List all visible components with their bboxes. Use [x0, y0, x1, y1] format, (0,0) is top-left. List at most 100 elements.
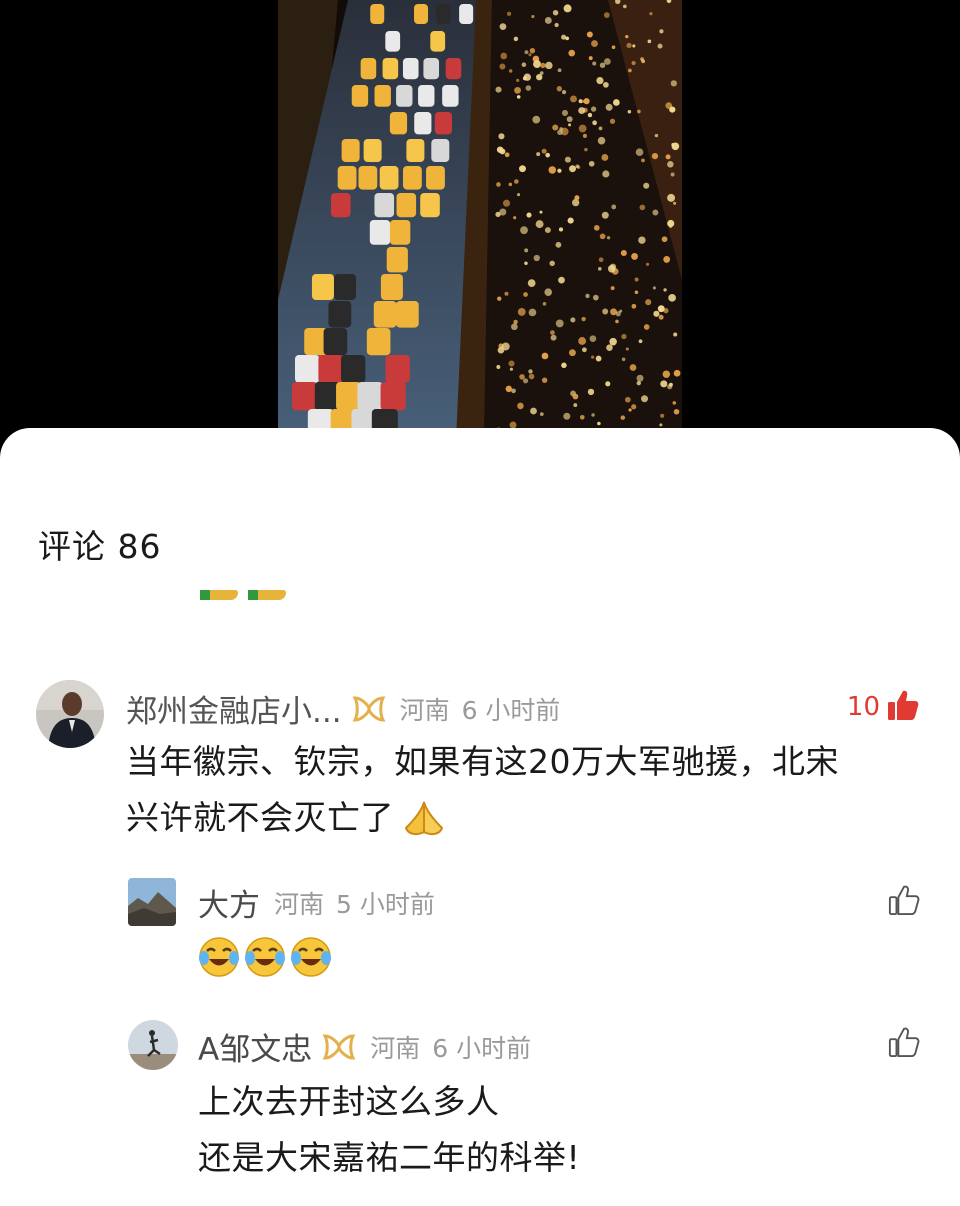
crowd-light: [557, 68, 562, 73]
crowd-light: [550, 330, 555, 335]
crowd-light: [638, 236, 646, 244]
crowd-light: [660, 380, 668, 388]
crowd-light: [606, 344, 613, 351]
crowd-light: [516, 78, 520, 83]
crowd-light: [598, 126, 603, 131]
crowd-light: [596, 76, 604, 85]
car-shape: [318, 355, 343, 383]
crowd-light: [602, 308, 609, 315]
crowd-light: [579, 414, 585, 420]
crowd-light: [561, 90, 567, 95]
crowd-light: [504, 291, 509, 296]
video-frame[interactable]: [278, 0, 682, 440]
reply-avatar[interactable]: [128, 878, 176, 926]
crowd-light: [609, 337, 617, 346]
crowd-light: [517, 308, 526, 316]
crowd-light: [611, 45, 616, 50]
reply-emoji-row: [198, 936, 332, 982]
crowd-light: [525, 85, 532, 91]
crowd-light: [597, 421, 601, 426]
car-shape: [426, 166, 445, 190]
crowd-light: [634, 277, 639, 282]
car-shape: [395, 301, 419, 328]
crowd-light: [588, 56, 593, 61]
crowd-light: [599, 62, 606, 68]
reply-text-line: 上次去开封这么多人: [198, 1082, 500, 1121]
crowd-light: [628, 68, 632, 73]
crowd-light: [544, 17, 552, 24]
comment-text-line-2: 兴许就不会灭亡了: [126, 798, 394, 837]
car-shape: [442, 85, 459, 107]
crowd-light: [540, 62, 546, 69]
crowd-light: [529, 48, 536, 54]
reply-location: 河南: [370, 1033, 421, 1063]
comment-username[interactable]: 郑州金融店小...: [126, 686, 342, 731]
crowd-light: [667, 384, 673, 390]
crowd-light: [606, 236, 611, 240]
crowd-light: [524, 248, 529, 253]
crowd-light: [555, 241, 562, 248]
car-shape: [386, 247, 408, 273]
crowd-light: [575, 164, 580, 169]
car-shape: [402, 58, 419, 80]
crowd-light: [578, 107, 586, 115]
crowd-light: [508, 360, 515, 367]
reply-avatar[interactable]: [128, 1020, 178, 1070]
reply-like-button[interactable]: [888, 884, 920, 920]
crowd-light: [631, 303, 637, 309]
crowd-light: [561, 362, 567, 369]
crowd-light: [572, 198, 580, 207]
reply-username[interactable]: 大方: [198, 880, 260, 925]
car-shape: [436, 4, 451, 24]
crowd-light: [585, 293, 590, 299]
car-shape: [459, 4, 474, 24]
crowd-light: [591, 40, 598, 48]
car-shape: [430, 31, 446, 52]
crowd-light: [573, 403, 578, 408]
crowd-light: [627, 110, 632, 114]
reply-like-button[interactable]: [888, 1026, 920, 1062]
crowd-light: [502, 199, 511, 207]
crowd-light: [533, 60, 541, 69]
crowd-light: [601, 154, 609, 161]
crowd-light: [592, 120, 597, 126]
crowd-light: [631, 404, 637, 410]
car-shape: [341, 139, 360, 162]
crowd-light: [591, 355, 595, 359]
car-shape: [406, 139, 425, 162]
crowd-light: [496, 182, 501, 187]
reply-meta: 大方 河南 5 小时前: [198, 880, 435, 925]
car-shape: [396, 85, 413, 107]
car-shape: [389, 112, 408, 135]
video-player[interactable]: [0, 0, 960, 440]
reply-username[interactable]: A邹文忠: [198, 1024, 312, 1069]
car-shape: [337, 166, 357, 190]
crowd-light: [591, 413, 595, 417]
crowd-light: [599, 233, 606, 240]
car-shape: [396, 193, 417, 218]
crowd-light: [578, 337, 587, 345]
car-shape: [414, 4, 429, 24]
crowd-light: [604, 58, 611, 65]
crowd-light: [641, 158, 645, 163]
crowd-light: [660, 413, 665, 418]
crowd-light: [514, 179, 519, 184]
crowd-light: [564, 156, 571, 163]
car-shape: [418, 85, 435, 107]
user-avatar[interactable]: [36, 680, 104, 748]
crowd-light: [496, 146, 504, 153]
crowd-light: [499, 63, 506, 70]
crowd-light: [673, 201, 677, 205]
crowd-light: [629, 364, 637, 371]
crowd-light: [605, 381, 611, 387]
laugh-cry-icon: [244, 936, 286, 982]
crowd-light: [548, 166, 557, 174]
car-shape: [323, 328, 348, 356]
crowd-light: [597, 136, 606, 145]
like-button[interactable]: 10: [847, 688, 920, 726]
car-shape: [369, 220, 391, 245]
crowd-light: [527, 279, 536, 287]
comments-sheet: 评论 86 郑州金融店小... 河南 6 小时前 10 当年徽宗、钦宗，如果有这…: [0, 428, 960, 1206]
crowd-light: [552, 124, 559, 131]
car-shape: [294, 355, 320, 383]
